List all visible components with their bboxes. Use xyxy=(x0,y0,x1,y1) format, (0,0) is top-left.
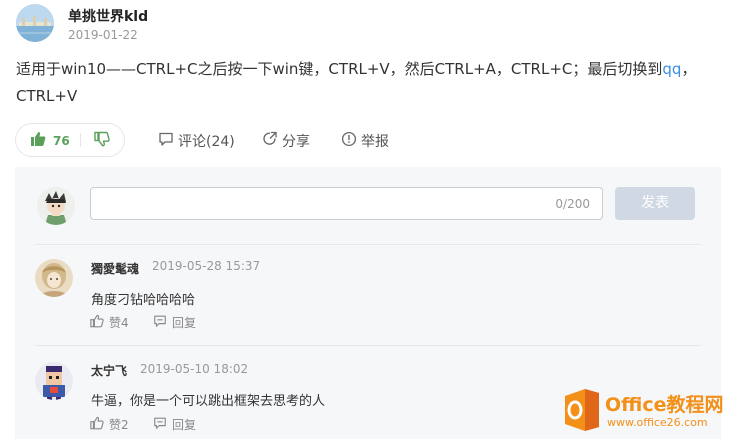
thumbs-down-icon xyxy=(94,131,110,151)
share-label: 分享 xyxy=(282,134,310,150)
comment-time: 2019-05-10 18:02 xyxy=(140,362,249,376)
thumbs-up-outline-icon xyxy=(90,416,109,433)
vote-group: 76 xyxy=(15,123,125,157)
post-body: 适用于win10——CTRL+C之后按一下win键，CTRL+V，然后CTRL+… xyxy=(16,56,706,110)
upvote-count: 76 xyxy=(53,134,70,148)
post-date: 2019-01-22 xyxy=(68,28,138,42)
comment-text: 角度刁钻哈哈哈哈 xyxy=(91,293,196,308)
office-logo-icon xyxy=(563,387,601,433)
report-button[interactable]: 举报 xyxy=(341,131,389,151)
upvote-button[interactable]: 76 xyxy=(30,131,70,151)
reply-label: 回复 xyxy=(172,418,197,432)
downvote-button[interactable] xyxy=(94,131,110,151)
watermark-url: www.office26.com xyxy=(607,416,708,429)
thumbs-up-icon xyxy=(30,131,46,151)
reply-bubble-icon xyxy=(153,416,172,433)
exclamation-circle-icon xyxy=(341,131,361,151)
action-bar: 76 评论(24) 分享 举报 xyxy=(15,123,515,157)
vote-divider xyxy=(80,133,81,147)
post-text: 适用于win10——CTRL+C之后按一下win键，CTRL+V，然后CTRL+… xyxy=(16,60,663,78)
divider xyxy=(35,345,701,346)
comment-label: 评论(24) xyxy=(178,134,235,150)
share-button[interactable]: 分享 xyxy=(262,131,310,151)
share-icon xyxy=(262,131,282,151)
commenter-avatar[interactable] xyxy=(35,259,73,297)
reply-label: 回复 xyxy=(172,316,197,330)
commenter-name[interactable]: 獨愛髦魂 xyxy=(91,260,139,277)
comment-bubble-icon xyxy=(158,131,178,151)
comment-time: 2019-05-28 15:37 xyxy=(152,259,261,273)
watermark: Office教程网 www.office26.com xyxy=(563,385,728,437)
watermark-title: Office教程网 xyxy=(605,394,724,416)
divider xyxy=(35,244,701,245)
comment-button[interactable]: 评论(24) xyxy=(158,131,235,151)
current-user-avatar xyxy=(37,187,75,225)
character-counter: 0/200 xyxy=(555,197,590,211)
comment-input[interactable]: 0/200 xyxy=(90,187,603,220)
qq-link[interactable]: qq xyxy=(662,60,681,78)
thumbs-up-outline-icon xyxy=(90,314,109,331)
report-label: 举报 xyxy=(361,134,389,150)
reply-button[interactable]: 回复 xyxy=(153,416,196,433)
commenter-name[interactable]: 太宁飞 xyxy=(91,362,127,379)
reply-button[interactable]: 回复 xyxy=(153,314,196,331)
commenter-avatar[interactable] xyxy=(35,362,73,400)
like-button[interactable]: 赞2 xyxy=(90,416,129,433)
publish-button[interactable]: 发表 xyxy=(615,187,695,220)
like-count: 赞4 xyxy=(109,316,129,330)
author-name[interactable]: 单挑世界kld xyxy=(68,6,148,26)
like-count: 赞2 xyxy=(109,418,129,432)
reply-bubble-icon xyxy=(153,314,172,331)
comment-text: 牛逼，你是一个可以跳出框架去思考的人 xyxy=(91,394,326,409)
like-button[interactable]: 赞4 xyxy=(90,314,129,331)
author-avatar[interactable] xyxy=(16,4,54,42)
